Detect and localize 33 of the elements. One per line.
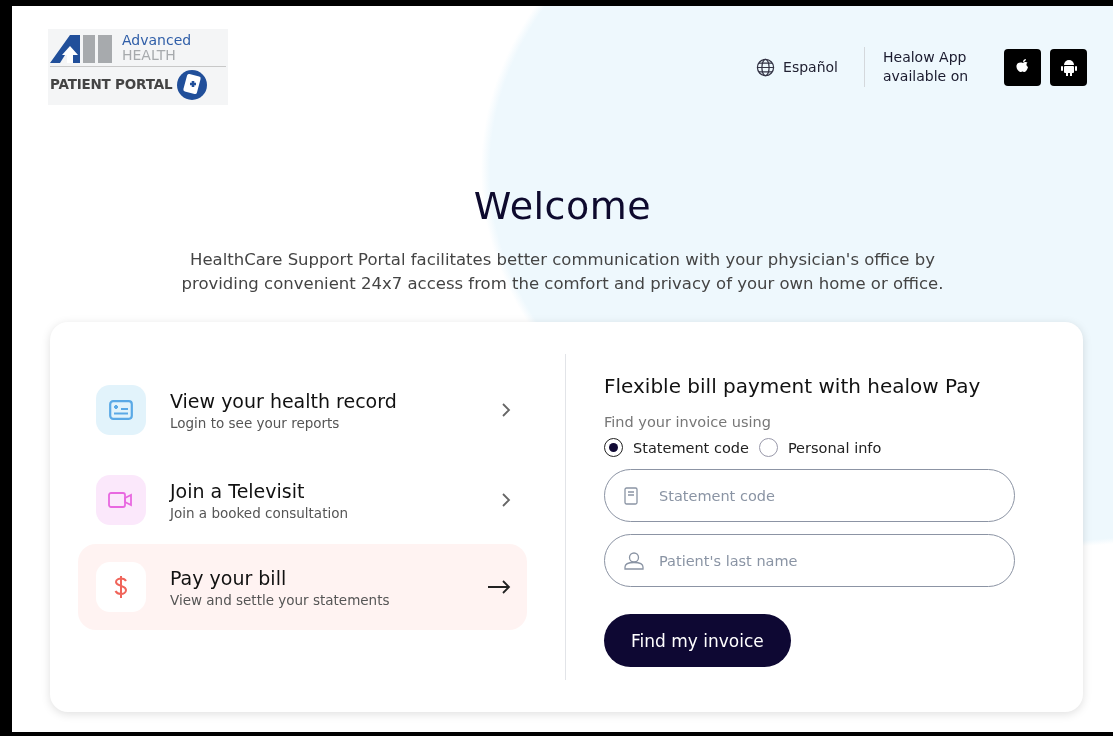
person-icon	[624, 551, 644, 570]
chevron-right-icon	[501, 402, 511, 418]
action-subtitle: Login to see your reports	[170, 414, 341, 431]
section-heading: Flexible bill payment with healow Pay	[604, 374, 982, 398]
action-title: Join a Televisit	[170, 479, 306, 502]
android-icon	[1060, 58, 1077, 76]
radio-option[interactable]: Statement code	[604, 438, 749, 457]
portal-name: PATIENT PORTAL	[50, 76, 173, 92]
language-link[interactable]: Español	[756, 57, 838, 77]
brand-name: Advanced	[122, 33, 192, 48]
action-item[interactable]: Pay your bill View and settle your statements	[78, 544, 527, 630]
action-item[interactable]: Join a Televisit Join a booked consultation	[78, 474, 527, 526]
chevron-right-icon	[501, 492, 511, 508]
action-title: Pay your bill	[170, 566, 288, 589]
field-label: Find your invoice using	[604, 414, 772, 430]
find-invoice-button[interactable]: Find my invoice	[604, 614, 791, 667]
input-field[interactable]: Statement code	[604, 469, 1015, 522]
action-item[interactable]: View your health record Login to see your reports	[78, 384, 527, 436]
apple-store-button[interactable]	[1004, 48, 1041, 86]
globe-icon	[756, 57, 776, 77]
action-subtitle: View and settle your statements	[170, 591, 391, 608]
action-subtitle: Join a booked consultation	[170, 504, 349, 521]
clipboard-icon	[176, 67, 209, 101]
brand-name: HEALTH	[122, 48, 177, 63]
android-store-button[interactable]	[1050, 48, 1087, 86]
input-field[interactable]: Patient's last name	[604, 534, 1015, 587]
action-title: View your health record	[170, 389, 398, 412]
document-icon	[624, 486, 638, 505]
arrow-right-icon	[487, 580, 511, 594]
app-availability-text: Healow App available on	[883, 48, 970, 86]
radio-option[interactable]: Personal info	[758, 438, 882, 457]
page-title: Welcome	[473, 184, 652, 228]
welcome-description: HealthCare Support Portal facilitates better communication with your physician's office by providing convenient 24x7 access from the comfort and privacy of your own home or office.	[180, 249, 945, 295]
